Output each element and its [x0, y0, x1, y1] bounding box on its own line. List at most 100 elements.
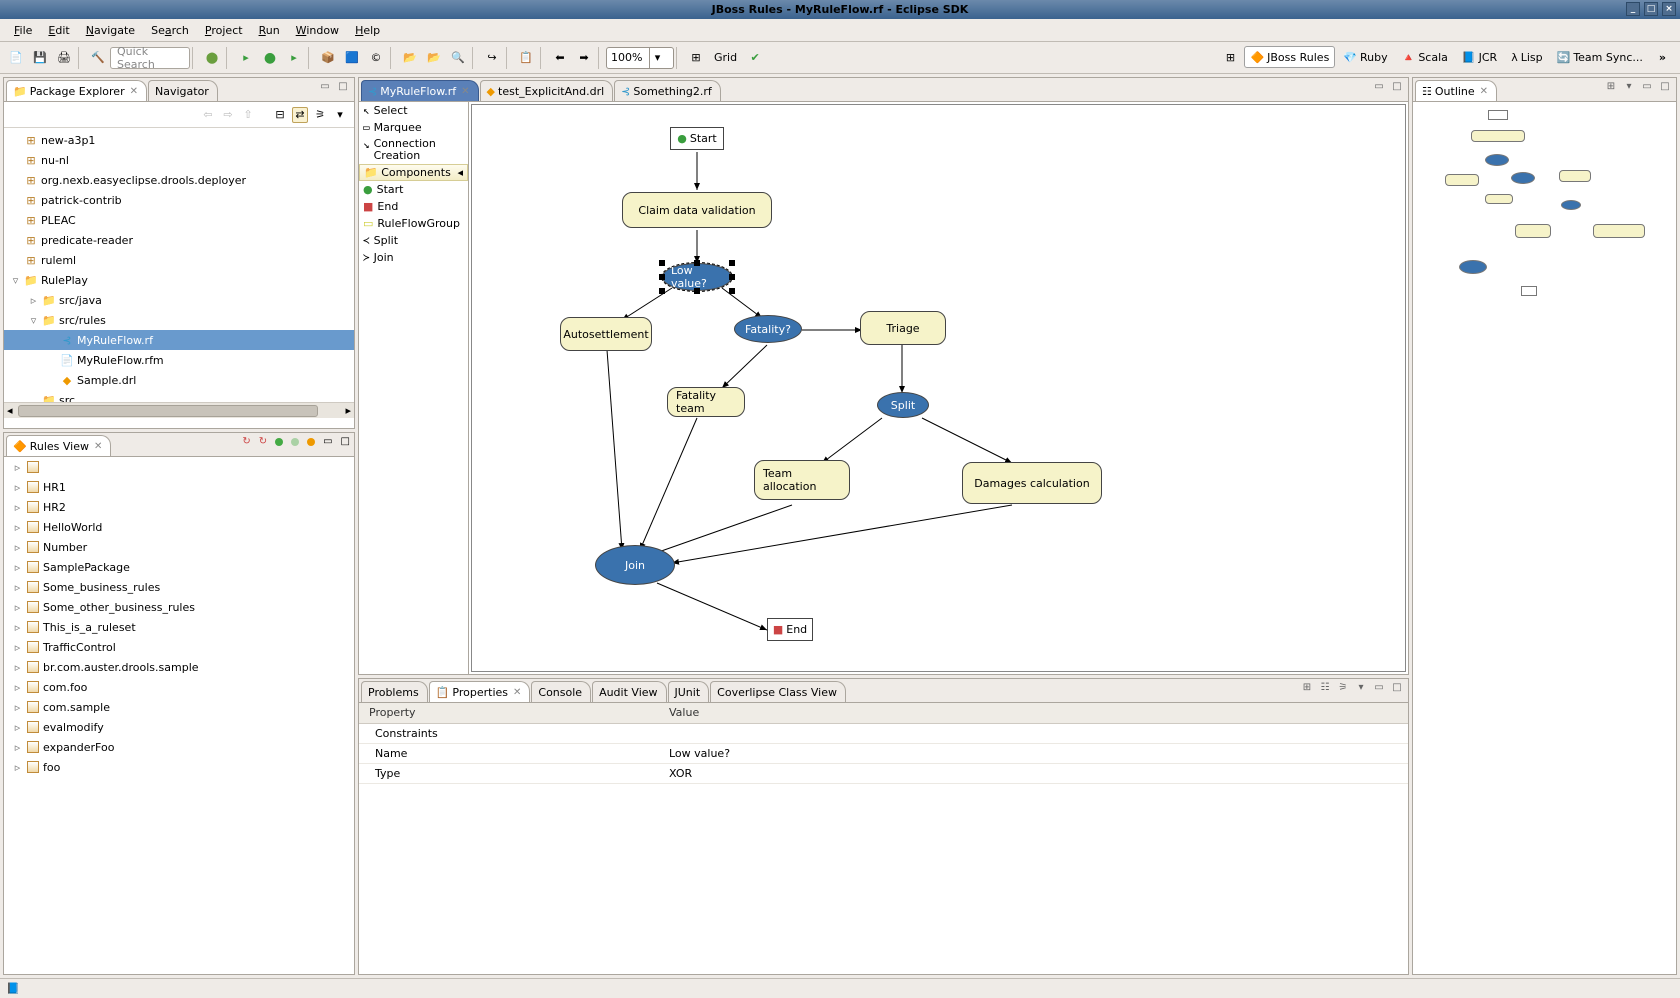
palette-split[interactable]: ≺Split	[359, 232, 468, 249]
close-icon[interactable]: ✕	[1480, 86, 1488, 97]
minimize-view-button[interactable]: ▭	[318, 81, 332, 92]
zoom-combo[interactable]: ▾	[606, 47, 674, 69]
tree-item[interactable]: ⊞nu-nl	[4, 150, 354, 170]
tab-navigator[interactable]: Navigator	[148, 80, 218, 101]
zoom-input[interactable]	[607, 51, 649, 64]
save-button[interactable]: 💾	[29, 47, 51, 69]
outline-overview-icon[interactable]: ⊞	[1604, 81, 1618, 92]
tree-icon[interactable]: ☷	[1318, 682, 1332, 693]
open-perspective-button[interactable]: ⊞	[1219, 46, 1241, 68]
rules-list[interactable]: ▹▹HR1▹HR2▹HelloWorld▹Number▹SamplePackag…	[4, 457, 354, 974]
rules-item[interactable]: ▹HelloWorld	[4, 517, 354, 537]
new-class-button[interactable]: ©	[365, 47, 387, 69]
quick-search-input[interactable]: Quick Search	[110, 47, 190, 69]
bottom-tab-console[interactable]: Console	[531, 681, 591, 702]
palette-category-components[interactable]: 📁 Components◂	[359, 164, 468, 181]
outline-canvas[interactable]	[1413, 102, 1676, 342]
palette-connection[interactable]: ↘Connection Creation	[359, 136, 468, 164]
rules-item[interactable]: ▹HR1	[4, 477, 354, 497]
close-icon[interactable]: ✕	[94, 441, 102, 452]
property-row[interactable]: TypeXOR	[359, 763, 1408, 783]
perspective-teamsync[interactable]: 🔄Team Sync...	[1551, 46, 1649, 68]
palette-ruleflowgroup[interactable]: ▭RuleFlowGroup	[359, 215, 468, 232]
up-icon[interactable]: ⇧	[240, 107, 256, 123]
tab-rules-view[interactable]: 🔶Rules View✕	[6, 435, 111, 456]
refresh-red-icon[interactable]: ↻	[242, 436, 250, 447]
orange-dot-icon[interactable]	[307, 438, 315, 446]
node-low-value[interactable]: Low value?	[662, 263, 732, 291]
grid-toggle[interactable]: Grid	[708, 51, 743, 64]
close-icon[interactable]: ✕	[513, 687, 521, 698]
tree-item[interactable]: ▿📁RulePlay	[4, 270, 354, 290]
search-button[interactable]: 🔍	[447, 47, 469, 69]
maximize-view-button[interactable]: □	[1658, 81, 1672, 92]
bottom-tab-coverlipse-class-view[interactable]: Coverlipse Class View	[710, 681, 846, 702]
run-last-button[interactable]: ▸	[283, 47, 305, 69]
tab-package-explorer[interactable]: 📁Package Explorer✕	[6, 80, 147, 101]
run-ext-button[interactable]: ▸	[235, 47, 257, 69]
tree-item[interactable]: ▿📁src/rules	[4, 310, 354, 330]
bottom-tab-problems[interactable]: Problems	[361, 681, 428, 702]
rules-item[interactable]: ▹Some_other_business_rules	[4, 597, 354, 617]
node-start[interactable]: ●Start	[670, 127, 724, 150]
paste-button[interactable]: 📋	[515, 47, 537, 69]
forward-icon[interactable]: ⇨	[220, 107, 236, 123]
tree-item[interactable]: ⊞ruleml	[4, 250, 354, 270]
node-end[interactable]: ■End	[767, 618, 813, 641]
rules-item[interactable]: ▹SamplePackage	[4, 557, 354, 577]
rules-item[interactable]: ▹TrafficControl	[4, 637, 354, 657]
node-damages-calculation[interactable]: Damages calculation	[962, 462, 1102, 504]
node-fatality[interactable]: Fatality?	[734, 315, 802, 343]
editor-tab[interactable]: ◆test_ExplicitAnd.drl	[480, 80, 614, 101]
green-dot-icon[interactable]	[275, 438, 283, 446]
node-claim-data-validation[interactable]: Claim data validation	[622, 192, 772, 228]
perspective-ruby[interactable]: 💎Ruby	[1337, 46, 1393, 68]
tree-item[interactable]: ◆Sample.drl	[4, 370, 354, 390]
rules-item[interactable]: ▹This_is_a_ruleset	[4, 617, 354, 637]
perspective-lisp[interactable]: λLisp	[1505, 46, 1548, 68]
palette-start[interactable]: ●Start	[359, 181, 468, 198]
node-team-allocation[interactable]: Team allocation	[754, 460, 850, 500]
property-row[interactable]: Constraints	[359, 723, 1408, 743]
col-value[interactable]: Value	[659, 703, 1408, 723]
run-button[interactable]: ●	[259, 47, 281, 69]
rules-item[interactable]: ▹foo	[4, 757, 354, 777]
filter-icon[interactable]: ⚞	[1336, 682, 1350, 693]
maximize-editor-button[interactable]: □	[1390, 81, 1404, 92]
rules-item[interactable]: ▹com.foo	[4, 677, 354, 697]
node-split[interactable]: Split	[877, 392, 929, 418]
collapse-all-icon[interactable]: ⊟	[272, 107, 288, 123]
nav-button[interactable]: ↪	[481, 47, 503, 69]
tree-item[interactable]: ⊰MyRuleFlow.rf	[4, 330, 354, 350]
close-icon[interactable]: ✕	[461, 86, 469, 97]
maximize-view-button[interactable]: □	[341, 436, 350, 447]
tree-item[interactable]: ⊞PLEAC	[4, 210, 354, 230]
tree-item[interactable]: 📁src	[4, 390, 354, 402]
bottom-tab-audit-view[interactable]: Audit View	[592, 681, 666, 702]
perspective-jcr[interactable]: 📘JCR	[1456, 46, 1503, 68]
package-explorer-tree[interactable]: ⊞new-a3p1⊞nu-nl⊞org.nexb.easyeclipse.dro…	[4, 128, 354, 402]
rules-item[interactable]: ▹com.sample	[4, 697, 354, 717]
perspective-jboss[interactable]: 🔶JBoss Rules	[1244, 46, 1335, 68]
close-icon[interactable]: ✕	[130, 86, 138, 97]
palette-marquee[interactable]: ▭Marquee	[359, 119, 468, 136]
node-fatality-team[interactable]: Fatality team	[667, 387, 745, 417]
new-type-button[interactable]: 🟦	[341, 47, 363, 69]
maximize-view-button[interactable]: □	[336, 81, 350, 92]
bottom-tab-properties[interactable]: 📋 Properties✕	[429, 681, 531, 702]
perspective-more[interactable]: »	[1651, 51, 1674, 64]
col-property[interactable]: Property	[359, 703, 659, 723]
rules-item[interactable]: ▹Some_business_rules	[4, 577, 354, 597]
open-resource-button[interactable]: 📂	[399, 47, 421, 69]
back-icon[interactable]: ⇦	[200, 107, 216, 123]
menu-window[interactable]: Window	[288, 21, 347, 40]
minimize-view-button[interactable]: ▭	[1640, 81, 1654, 92]
node-join[interactable]: Join	[595, 545, 675, 585]
view-menu-icon[interactable]: ▾	[1354, 682, 1368, 693]
link-editor-icon[interactable]: ⇄	[292, 107, 308, 123]
align-button[interactable]: ⊞	[685, 47, 707, 69]
palette-select[interactable]: ↖Select	[359, 102, 468, 119]
back-button[interactable]: ⬅	[549, 47, 571, 69]
menu-edit[interactable]: Edit	[40, 21, 77, 40]
rules-item[interactable]: ▹evalmodify	[4, 717, 354, 737]
